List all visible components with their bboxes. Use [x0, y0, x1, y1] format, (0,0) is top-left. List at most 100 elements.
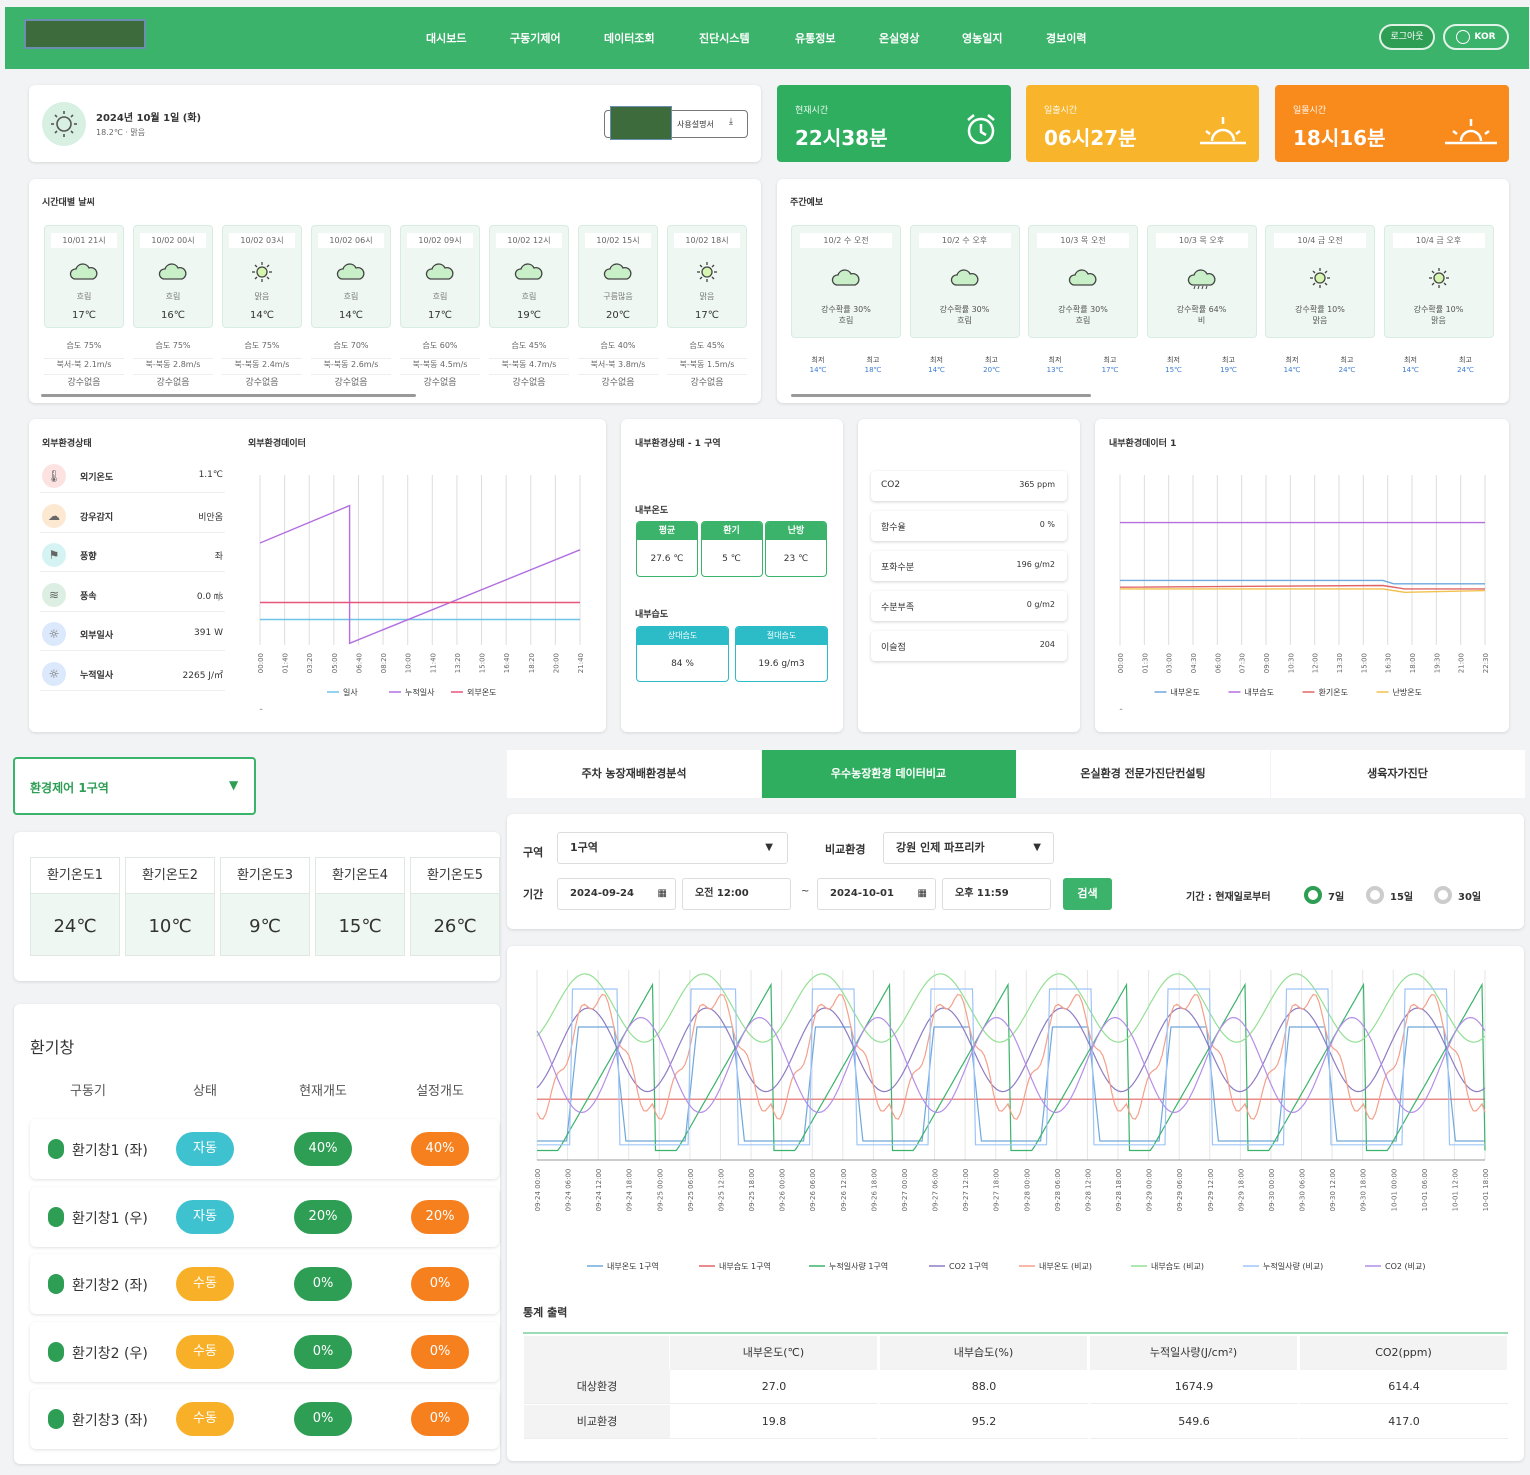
hourly-rain: 강수없음: [667, 374, 747, 388]
status-dot: [48, 1274, 64, 1294]
status-dot: [48, 1206, 64, 1227]
series-line: [1120, 579, 1485, 585]
calendar-icon: ▦: [917, 888, 927, 899]
logout-button[interactable]: 로그아웃: [1379, 24, 1435, 50]
analysis-tab[interactable]: 생육자가진단: [1270, 750, 1525, 798]
vent-setting-badge[interactable]: 0%: [411, 1267, 469, 1301]
vent-row[interactable]: 환기창3 (좌) 수동 0% 0%: [30, 1389, 499, 1449]
vent-state-badge[interactable]: 수동: [176, 1402, 234, 1436]
end-time-input[interactable]: 오후 11:59: [942, 878, 1051, 910]
legend-label[interactable]: 내부온도 (비교): [1039, 1262, 1092, 1271]
vent-row[interactable]: 환기창2 (우) 수동 0% 0%: [30, 1321, 499, 1382]
legend-label[interactable]: 내부온도 1구역: [607, 1261, 659, 1271]
legend-label[interactable]: 일사: [343, 688, 358, 697]
vent-temp-box: 환기온도4 15℃: [315, 857, 405, 956]
zone-dropdown[interactable]: 1구역 ▼: [557, 832, 788, 864]
legend-label[interactable]: 외부온도: [467, 687, 496, 697]
end-date-input[interactable]: 2024-10-01 ▦: [817, 878, 936, 910]
hourly-condition: 흐림: [343, 292, 359, 301]
vent-current-badge: 0%: [294, 1402, 352, 1436]
range-radio-label[interactable]: 30일: [1458, 888, 1481, 903]
hourly-wind: 북서-북 3.8m/s: [578, 358, 658, 370]
vent-name: 환기창2 (좌): [72, 1278, 148, 1294]
cloud-icon: [950, 269, 978, 286]
weekly-scrollbar[interactable]: [791, 394, 1091, 397]
range-radio[interactable]: [1304, 886, 1322, 904]
legend-label[interactable]: 누적일사량 1구역: [829, 1261, 888, 1271]
range-label: 기간 : 현재일로부터: [1186, 892, 1271, 903]
vent-column-header: 구동기: [70, 1084, 106, 1099]
nav-item[interactable]: 영농일지: [962, 30, 1002, 46]
legend-label[interactable]: 내부온도: [1171, 688, 1200, 697]
vent-state-badge[interactable]: 수동: [176, 1267, 234, 1301]
stats-header: 내부온도(℃): [670, 1336, 878, 1370]
vent-state-badge[interactable]: 자동: [176, 1199, 234, 1234]
hourly-condition: 맑음: [699, 292, 715, 301]
x-tick-label: 10-01 00:00: [1390, 1169, 1398, 1212]
hourly-condition: 흐림: [432, 292, 448, 301]
vent-row[interactable]: 환기창2 (좌) 수동 0% 0%: [30, 1254, 499, 1314]
sun-icon: [252, 262, 272, 282]
vent-setting-badge[interactable]: 0%: [411, 1402, 469, 1436]
x-tick-label: 09-24 12:00: [595, 1169, 603, 1212]
compare-dropdown[interactable]: 강원 인제 파프리카 ▼: [883, 832, 1054, 864]
weekly-forecast-tile: 10/3 목 오전 강수확률 30% 흐림: [1028, 225, 1138, 338]
nav-item[interactable]: 대시보드: [426, 30, 466, 46]
range-radio[interactable]: [1366, 886, 1384, 904]
legend-label[interactable]: 누적일사: [405, 687, 435, 697]
nav-item[interactable]: 데이터조회: [604, 30, 655, 46]
legend-label[interactable]: 환기온도: [1319, 687, 1348, 697]
weekly-condition: 비: [1197, 316, 1206, 325]
vent-setting-badge[interactable]: 0%: [411, 1334, 469, 1369]
legend-label[interactable]: 내부습도 1구역: [719, 1261, 771, 1271]
x-tick-label: 10-01 18:00: [1482, 1169, 1490, 1212]
stats-cell: 88.0: [880, 1370, 1088, 1404]
internal-hum-box: 절대습도 19.6 g/m3: [735, 626, 828, 682]
vent-row[interactable]: 환기창1 (우) 자동 20% 20%: [30, 1186, 499, 1247]
range-radio-label[interactable]: 7일: [1328, 888, 1344, 903]
range-radio-label[interactable]: 15일: [1390, 888, 1413, 903]
search-button[interactable]: 검색: [1063, 878, 1112, 910]
start-time-input[interactable]: 오전 12:00: [682, 878, 791, 910]
vent-state-badge[interactable]: 수동: [176, 1334, 234, 1369]
alarm-clock-icon: [967, 114, 995, 145]
sensor-value: 0 %: [1039, 520, 1055, 529]
analysis-tab[interactable]: 온실환경 전문가진단컨설팅: [1016, 750, 1270, 798]
logo[interactable]: [24, 19, 146, 49]
x-tick-label: 18:00: [1409, 653, 1417, 673]
legend-label[interactable]: CO2 1구역: [949, 1261, 988, 1271]
sun-icon: [1428, 268, 1449, 288]
nav-item[interactable]: 구동기제어: [510, 30, 561, 46]
hourly-humidity: 습도 75%: [66, 341, 102, 350]
legend-label[interactable]: 난방온도: [1393, 687, 1422, 697]
cloud-icon: [831, 269, 860, 286]
manual-button[interactable]: 사용설명서 ⤓: [604, 106, 748, 140]
vent-setting-badge[interactable]: 40%: [411, 1132, 469, 1166]
analysis-tab[interactable]: 주차 농장재배환경분석: [507, 750, 761, 798]
vent-setting-badge[interactable]: 20%: [411, 1199, 469, 1234]
x-tick-label: 21:00: [1458, 653, 1466, 673]
legend-label[interactable]: 내부습도: [1245, 688, 1274, 697]
start-date-input[interactable]: 2024-09-24 ▦: [557, 878, 676, 910]
zone-select[interactable]: 환경제어 1구역 ▼: [13, 757, 256, 815]
vent-state-badge[interactable]: 자동: [176, 1132, 234, 1166]
nav-item[interactable]: 유통정보: [795, 30, 835, 46]
hourly-scrollbar[interactable]: [41, 394, 416, 397]
rain-probability: 강수확률 10%: [1413, 305, 1464, 314]
analysis-tab[interactable]: 우수농장환경 데이터비교: [761, 750, 1016, 798]
weekly-rain: 강수확률 10% 맑음: [1266, 304, 1374, 326]
range-radio[interactable]: [1434, 886, 1452, 904]
nav-item[interactable]: 온실영상: [879, 30, 919, 46]
nav-item[interactable]: 경보이력: [1046, 30, 1086, 46]
series-line: [536, 993, 1486, 1120]
vent-row[interactable]: 환기창1 (좌) 자동 40% 40%: [30, 1119, 499, 1179]
sensor-row: 함수율 0 %: [871, 511, 1067, 541]
x-tick-label: 10:00: [405, 653, 413, 673]
external-status-value: 0.0 ㎧: [196, 591, 223, 602]
legend-label[interactable]: 누적일사량 (비교): [1263, 1261, 1323, 1271]
nav-item[interactable]: 진단시스템: [699, 30, 750, 46]
legend-label[interactable]: 내부습도 (비교): [1151, 1262, 1204, 1271]
legend-label[interactable]: CO2 (비교): [1385, 1262, 1425, 1271]
language-button[interactable]: KOR: [1443, 24, 1509, 50]
weekly-condition: 흐림: [957, 316, 972, 325]
